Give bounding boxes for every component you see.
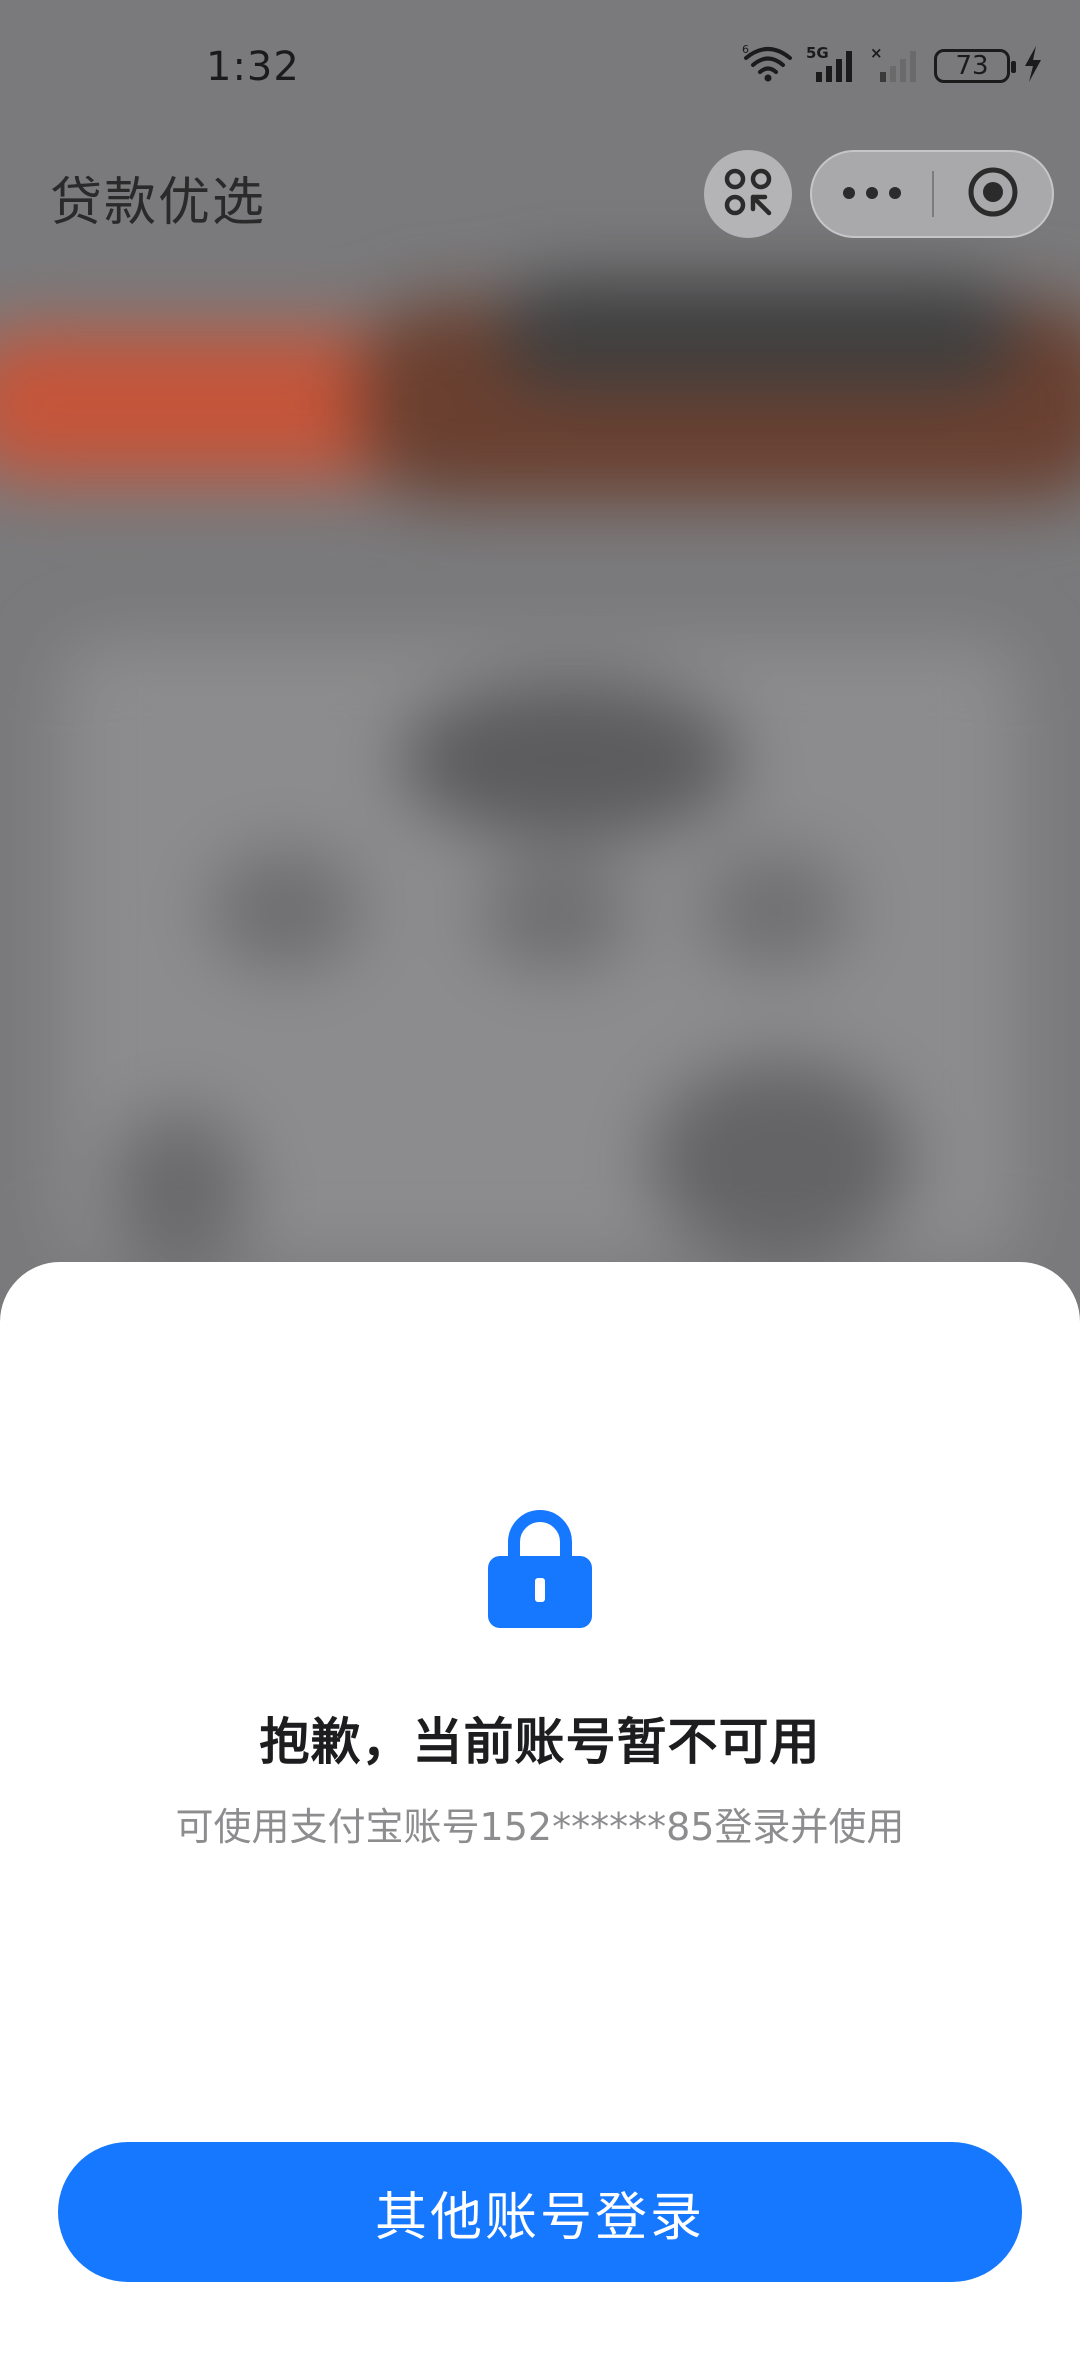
- status-icons: 6 5G × 73: [742, 43, 1044, 88]
- wifi-icon: 6: [742, 43, 794, 88]
- screen: 1:32 6 5G × 73 贷款优选 抱歉，当前账号暂不可用 可使用支付宝账号…: [0, 0, 1080, 2376]
- signal-5g-icon: 5G: [806, 44, 858, 88]
- scan-icon: [723, 167, 773, 221]
- svg-text:5G: 5G: [806, 44, 829, 62]
- sheet-title: 抱歉，当前账号暂不可用: [259, 1713, 821, 1771]
- svg-text:6: 6: [742, 44, 749, 56]
- lock-icon: [486, 1508, 594, 1630]
- capsule-menu: [810, 150, 1054, 238]
- status-bar: 1:32 6 5G × 73: [0, 0, 1080, 130]
- close-target-icon: [966, 165, 1020, 223]
- status-time: 1:32: [206, 44, 300, 90]
- signal-no-sim-icon: ×: [870, 44, 922, 88]
- scan-button[interactable]: [704, 150, 792, 238]
- more-icon: [842, 185, 902, 204]
- svg-text:×: ×: [870, 44, 883, 62]
- other-account-login-button[interactable]: 其他账号登录: [58, 2142, 1022, 2282]
- battery-level: 73: [955, 51, 989, 81]
- charging-icon: [1022, 44, 1044, 88]
- more-button[interactable]: [812, 152, 932, 236]
- app-title: 贷款优选: [50, 173, 267, 233]
- account-unavailable-sheet: 抱歉，当前账号暂不可用 可使用支付宝账号152******85登录并使用 其他账…: [0, 1262, 1080, 2376]
- close-button[interactable]: [934, 152, 1052, 236]
- sheet-subtitle: 可使用支付宝账号152******85登录并使用: [175, 1805, 905, 1849]
- battery-icon: 73: [934, 49, 1016, 83]
